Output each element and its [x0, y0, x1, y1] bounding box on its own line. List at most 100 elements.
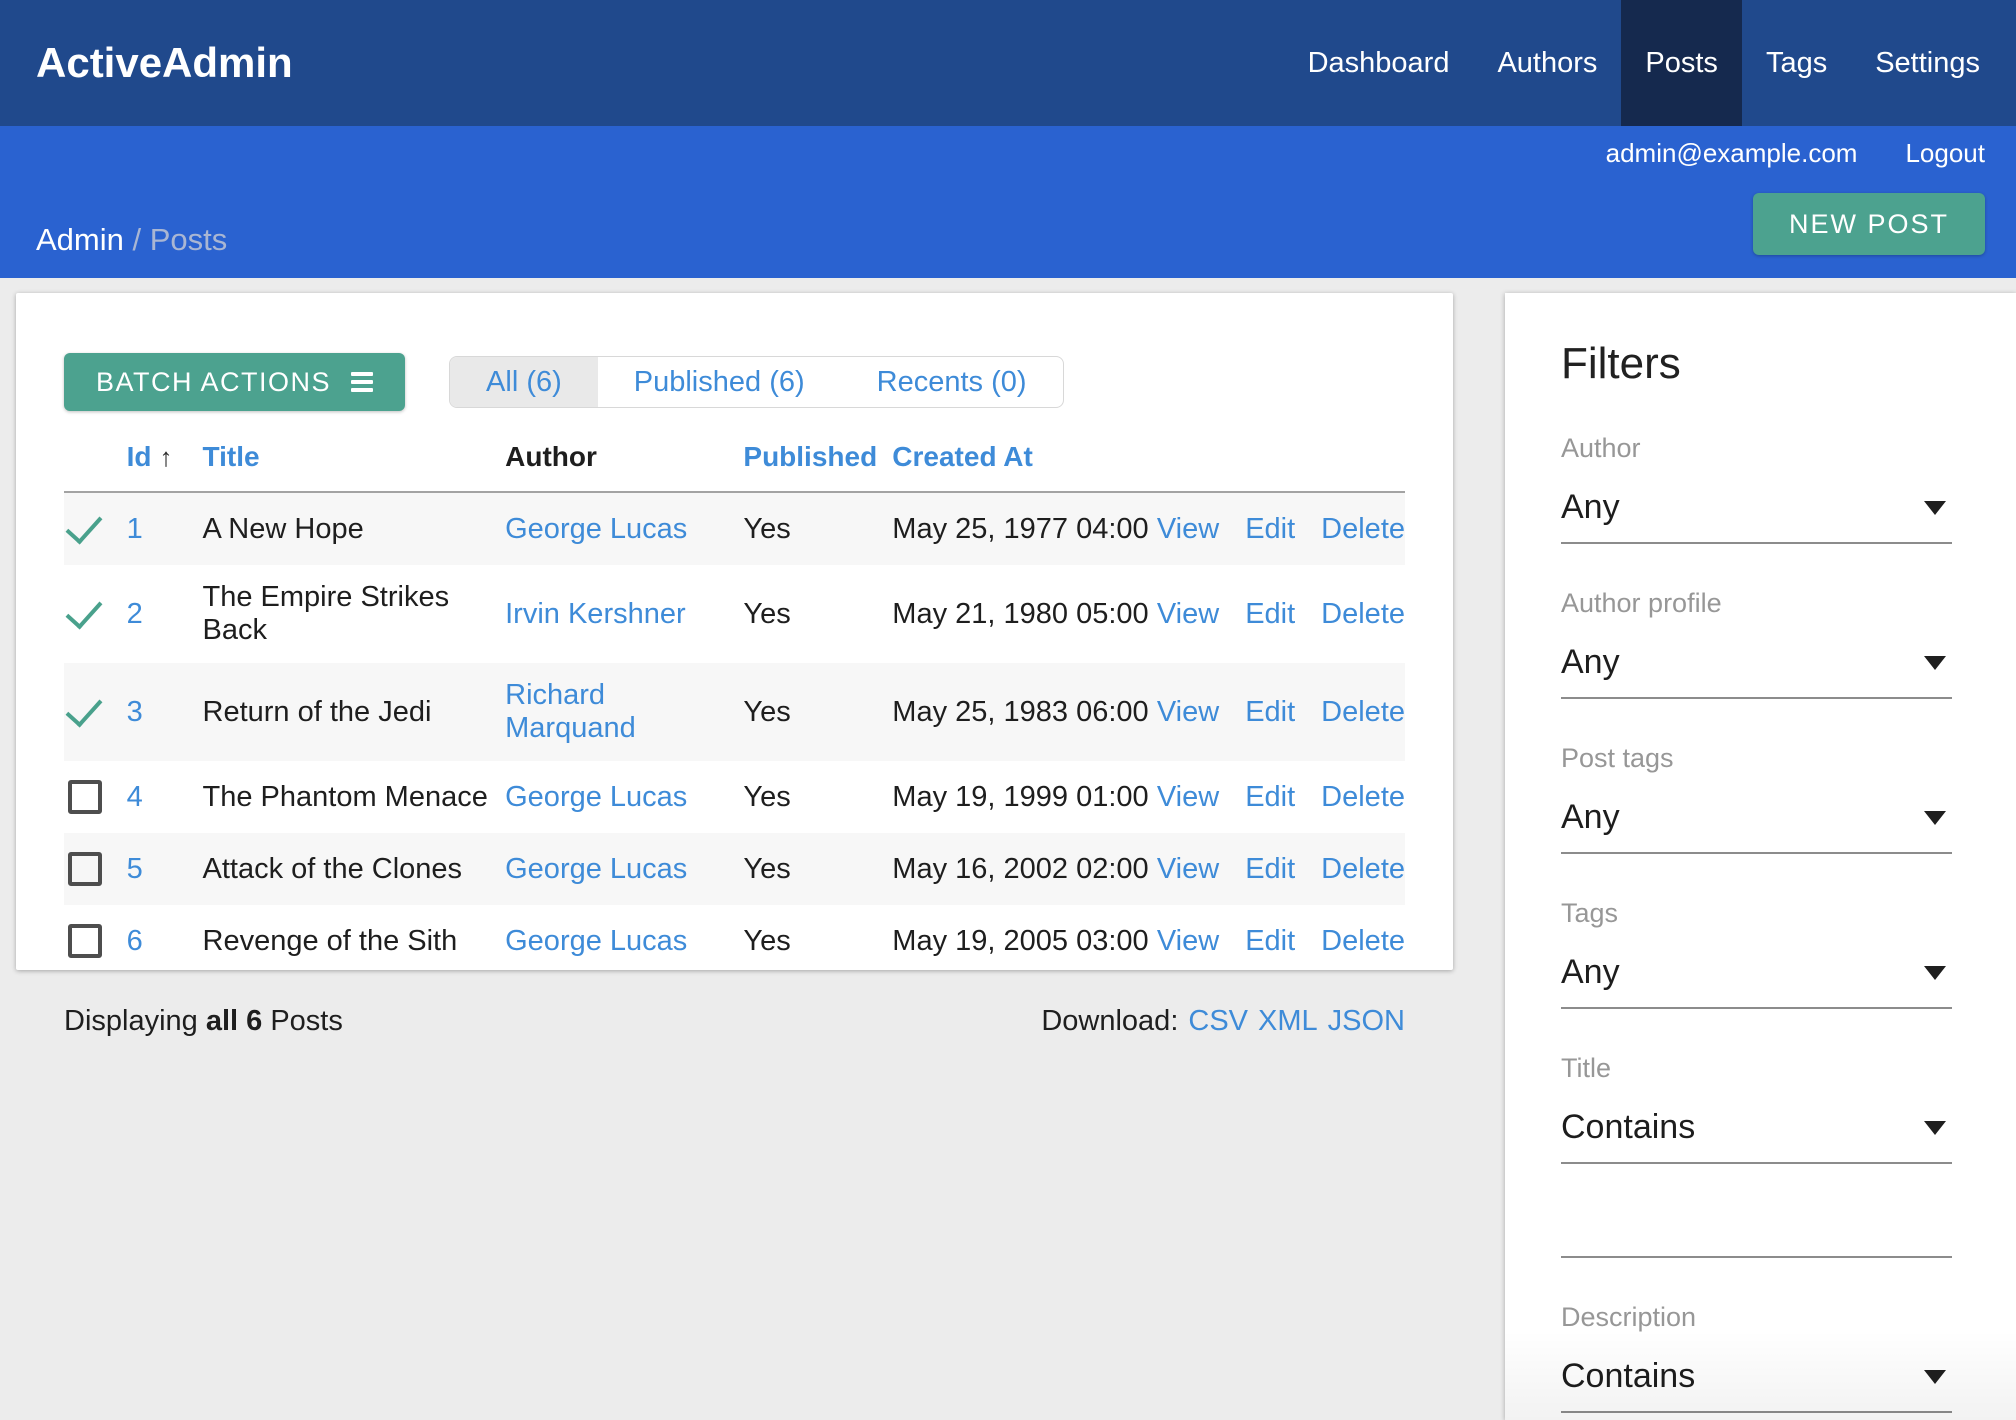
current-user-email[interactable]: admin@example.com — [1606, 138, 1858, 169]
new-post-button[interactable]: NEW POST — [1753, 193, 1985, 255]
post-title: The Empire Strikes Back — [203, 565, 506, 663]
filter-group-author: Author Any — [1561, 433, 1952, 544]
dropdown-caret-icon — [1924, 1370, 1946, 1384]
post-published: Yes — [743, 761, 892, 833]
download-json-link[interactable]: JSON — [1328, 1005, 1405, 1037]
breadcrumb: Admin / Posts — [36, 222, 227, 258]
post-id-link[interactable]: 1 — [127, 513, 143, 545]
nav-tags[interactable]: Tags — [1742, 0, 1851, 126]
download-csv-link[interactable]: CSV — [1188, 1005, 1248, 1037]
post-author-link[interactable]: George Lucas — [505, 853, 687, 885]
post-tags-filter-select[interactable]: Any — [1561, 798, 1952, 854]
post-title: Attack of the Clones — [203, 833, 506, 905]
post-author-link[interactable]: Richard Marquand — [505, 679, 636, 744]
edit-link[interactable]: Edit — [1245, 696, 1295, 728]
table-row: 2 The Empire Strikes Back Irvin Kershner… — [64, 565, 1405, 663]
title-filter-input[interactable] — [1561, 1212, 1952, 1258]
delete-link[interactable]: Delete — [1321, 696, 1405, 728]
column-header-id-label[interactable]: Id — [127, 441, 152, 472]
delete-link[interactable]: Delete — [1321, 598, 1405, 630]
author-profile-filter-value: Any — [1561, 643, 1620, 682]
view-link[interactable]: View — [1157, 598, 1219, 630]
post-title: The Phantom Menace — [203, 761, 506, 833]
page-header-bar: admin@example.com Logout Admin / Posts N… — [0, 126, 2016, 278]
author-filter-select[interactable]: Any — [1561, 488, 1952, 544]
tags-filter-select[interactable]: Any — [1561, 953, 1952, 1009]
table-row: 4 The Phantom Menace George Lucas Yes Ma… — [64, 761, 1405, 833]
filter-label-description: Description — [1561, 1302, 1952, 1333]
post-author-link[interactable]: George Lucas — [505, 925, 687, 957]
column-header-title[interactable]: Title — [203, 433, 506, 492]
view-link[interactable]: View — [1157, 853, 1219, 885]
column-header-created-at[interactable]: Created At — [892, 433, 1157, 492]
column-header-id[interactable]: Id↑ — [127, 433, 203, 492]
view-link[interactable]: View — [1157, 925, 1219, 957]
column-header-actions — [1157, 433, 1405, 492]
column-header-created-at-label[interactable]: Created At — [892, 441, 1033, 472]
header-checkbox-cell — [64, 433, 127, 492]
filters-title: Filters — [1561, 339, 1952, 389]
dropdown-caret-icon — [1924, 656, 1946, 670]
post-id-link[interactable]: 6 — [127, 925, 143, 957]
edit-link[interactable]: Edit — [1245, 513, 1295, 545]
delete-link[interactable]: Delete — [1321, 853, 1405, 885]
description-filter-value: Contains — [1561, 1357, 1695, 1396]
nav-dashboard[interactable]: Dashboard — [1284, 0, 1474, 126]
edit-link[interactable]: Edit — [1245, 781, 1295, 813]
nav-posts[interactable]: Posts — [1621, 0, 1742, 126]
filter-label-tags: Tags — [1561, 898, 1952, 929]
column-header-published-label[interactable]: Published — [743, 441, 877, 472]
dropdown-caret-icon — [1924, 811, 1946, 825]
post-id-link[interactable]: 5 — [127, 853, 143, 885]
content-area: BATCH ACTIONS All (6) Published (6) Rece… — [0, 278, 2016, 1420]
row-checkbox[interactable] — [64, 692, 108, 732]
delete-link[interactable]: Delete — [1321, 925, 1405, 957]
post-tags-filter-value: Any — [1561, 798, 1620, 837]
edit-link[interactable]: Edit — [1245, 925, 1295, 957]
post-id-link[interactable]: 3 — [127, 696, 143, 728]
tab-recents[interactable]: Recents (0) — [841, 357, 1063, 407]
column-header-author: Author — [505, 433, 743, 492]
nav-authors[interactable]: Authors — [1473, 0, 1621, 126]
post-author-link[interactable]: George Lucas — [505, 513, 687, 545]
row-checkbox[interactable] — [64, 921, 108, 961]
row-checkbox[interactable] — [64, 594, 108, 634]
filter-label-author-profile: Author profile — [1561, 588, 1952, 619]
column-header-title-label[interactable]: Title — [203, 441, 260, 472]
filter-label-post-tags: Post tags — [1561, 743, 1952, 774]
download-xml-link[interactable]: XML — [1258, 1005, 1318, 1037]
row-checkbox[interactable] — [64, 509, 108, 549]
column-header-published[interactable]: Published — [743, 433, 892, 492]
edit-link[interactable]: Edit — [1245, 598, 1295, 630]
view-link[interactable]: View — [1157, 696, 1219, 728]
logout-link[interactable]: Logout — [1905, 138, 1985, 169]
post-created-at: May 16, 2002 02:00 — [892, 833, 1157, 905]
download-label: Download: — [1041, 1005, 1178, 1037]
title-filter-select[interactable]: Contains — [1561, 1108, 1952, 1164]
tags-filter-value: Any — [1561, 953, 1620, 992]
view-link[interactable]: View — [1157, 781, 1219, 813]
filters-panel: Filters Author Any Author profile Any Po… — [1505, 293, 2016, 1420]
tab-published[interactable]: Published (6) — [598, 357, 841, 407]
post-id-link[interactable]: 4 — [127, 781, 143, 813]
delete-link[interactable]: Delete — [1321, 781, 1405, 813]
tab-all[interactable]: All (6) — [450, 357, 598, 407]
batch-actions-button[interactable]: BATCH ACTIONS — [64, 353, 405, 411]
post-author-link[interactable]: Irvin Kershner — [505, 598, 686, 630]
edit-link[interactable]: Edit — [1245, 853, 1295, 885]
author-profile-filter-select[interactable]: Any — [1561, 643, 1952, 699]
nav-settings[interactable]: Settings — [1851, 0, 2004, 126]
description-filter-select[interactable]: Contains — [1561, 1357, 1952, 1413]
post-published: Yes — [743, 905, 892, 977]
row-checkbox[interactable] — [64, 849, 108, 889]
post-author-link[interactable]: George Lucas — [505, 781, 687, 813]
post-published: Yes — [743, 565, 892, 663]
menu-icon — [351, 372, 373, 392]
post-published: Yes — [743, 833, 892, 905]
row-checkbox[interactable] — [64, 777, 108, 817]
view-link[interactable]: View — [1157, 513, 1219, 545]
post-id-link[interactable]: 2 — [127, 598, 143, 630]
breadcrumb-admin-link[interactable]: Admin — [36, 222, 124, 257]
delete-link[interactable]: Delete — [1321, 513, 1405, 545]
filter-group-tags: Tags Any — [1561, 898, 1952, 1009]
